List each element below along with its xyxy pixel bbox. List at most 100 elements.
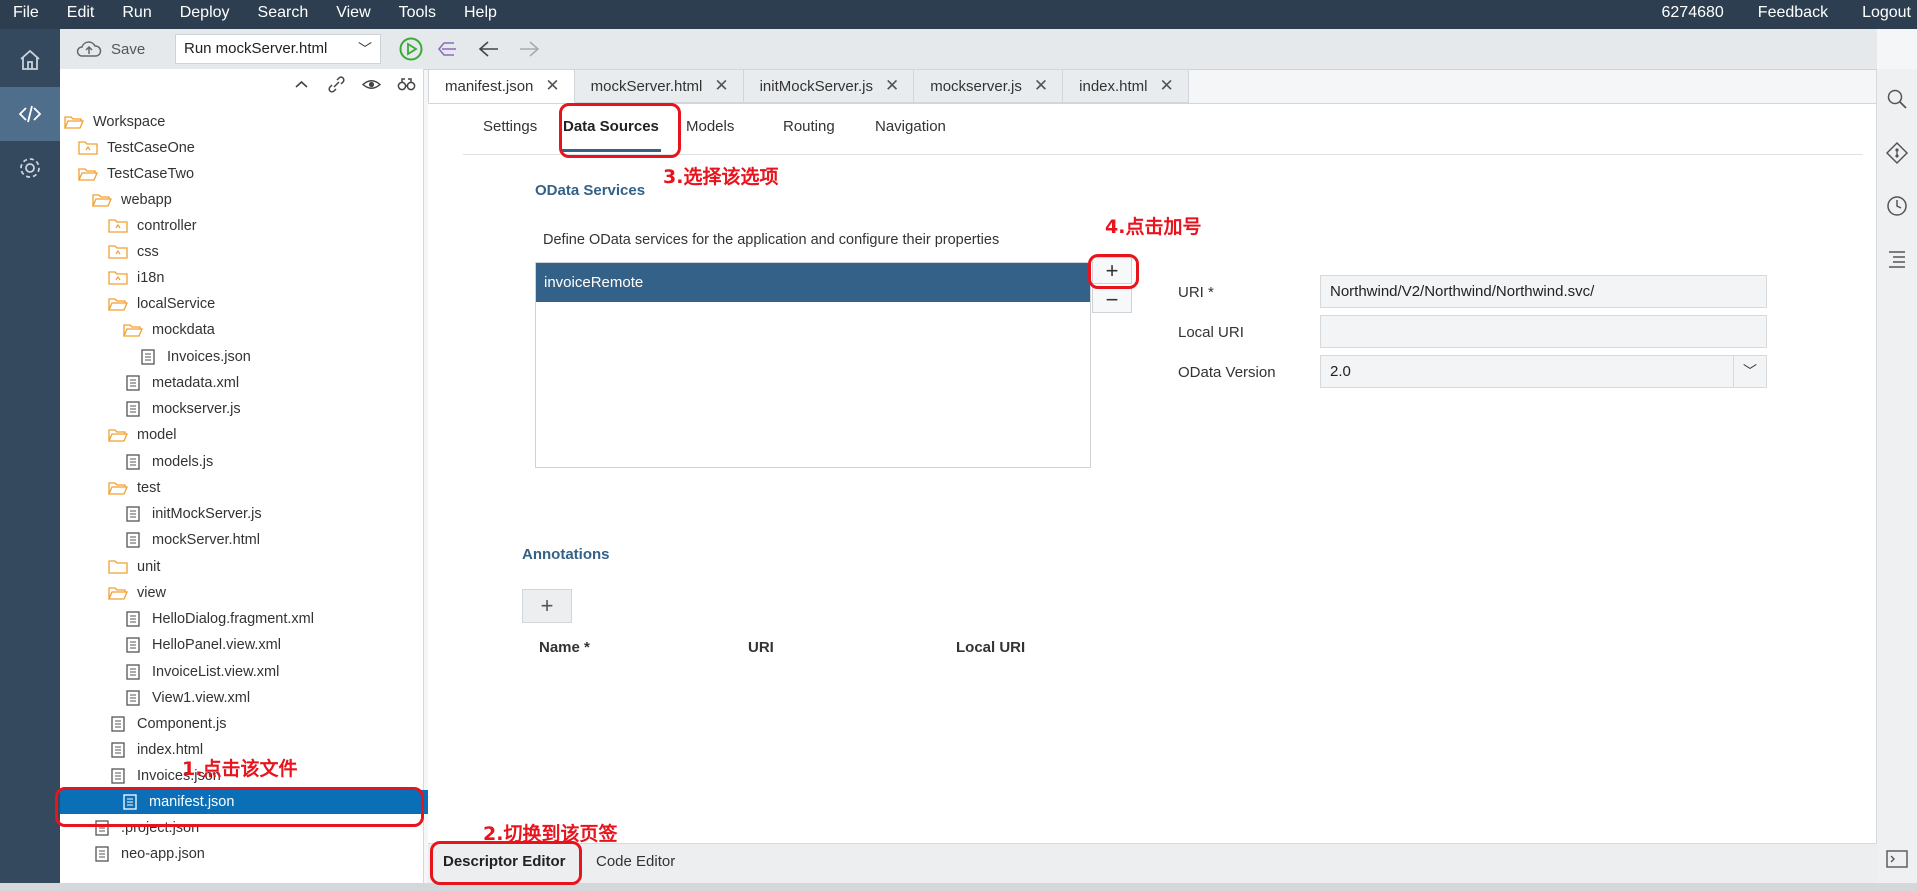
tree-item[interactable]: mockserver.js [123,397,241,421]
add-annotation-button[interactable]: + [522,589,572,623]
tree-item-label: i18n [137,270,165,286]
file-icon [108,742,128,758]
tab-mockserver-html[interactable]: mockServer.html ✕ [574,69,744,103]
tree-item[interactable]: neo-app.json [92,842,205,866]
eye-icon[interactable] [361,75,382,94]
code-icon[interactable] [0,87,60,141]
close-icon[interactable]: ✕ [1160,76,1174,96]
tree-item-label: initMockServer.js [152,506,262,522]
tree-item-label: Component.js [137,716,227,732]
run-config-select[interactable]: Run mockServer.html ﹀ [175,34,381,64]
tree-item[interactable]: webapp [92,188,172,212]
tree-item[interactable]: initMockServer.js [123,502,262,526]
tree-item-label: webapp [121,192,172,208]
tree-item[interactable]: model [108,423,177,447]
tree-item[interactable]: TestCaseTwo [78,162,194,186]
tab-index-html[interactable]: index.html ✕ [1063,69,1189,103]
tree-item[interactable]: mockdata [123,318,215,342]
tree-item[interactable]: Component.js [108,712,226,736]
menu-deploy[interactable]: Deploy [166,0,244,29]
odata-description: Define OData services for the applicatio… [543,232,1000,248]
tree-item[interactable]: Workspace [64,110,165,134]
status-bar [0,883,1917,891]
tree-item[interactable]: i18n [108,266,164,290]
folder-icon [123,322,143,338]
menu-view[interactable]: View [322,0,384,29]
folder-icon [92,192,112,208]
user-id[interactable]: 6274680 [1628,0,1724,29]
tab-code-editor[interactable]: Code Editor [596,853,675,870]
folder-icon [108,244,128,260]
column-uri: URI [748,639,774,656]
menu-file[interactable]: File [0,0,53,29]
tree-item[interactable]: HelloPanel.view.xml [123,633,281,657]
collapse-icon[interactable] [291,75,312,94]
goto-last-edit-icon[interactable] [434,38,460,60]
logout-link[interactable]: Logout [1828,0,1911,29]
console-icon[interactable] [1885,847,1909,871]
back-icon[interactable] [476,38,502,60]
subtab-models[interactable]: Models [686,118,734,135]
list-item[interactable]: invoiceRemote [536,263,1090,302]
odata-version-label: OData Version [1178,364,1276,381]
tree-item[interactable]: localService [108,292,215,316]
close-icon[interactable]: ✕ [714,76,728,96]
service-name: invoiceRemote [544,274,644,291]
tree-item[interactable]: controller [108,214,197,238]
outline-icon[interactable] [1885,247,1909,271]
tree-item[interactable]: mockServer.html [123,528,260,552]
tab-mockserver-js[interactable]: mockserver.js ✕ [914,69,1064,103]
tree-item[interactable]: View1.view.xml [123,686,250,710]
tree-item[interactable]: Invoices.json [138,345,251,369]
menu-search[interactable]: Search [244,0,323,29]
tree-item-label: metadata.xml [152,375,240,391]
run-icon[interactable] [398,36,424,62]
file-icon [138,349,158,365]
tab-initmockserver-js[interactable]: initMockServer.js ✕ [743,69,915,103]
tree-item-label: css [137,244,159,260]
file-icon [123,637,143,653]
tree-item[interactable]: test [108,476,160,500]
link-icon[interactable] [326,75,347,94]
odata-version-select[interactable]: 2.0 ﹀ [1320,355,1767,388]
local-uri-field[interactable] [1320,315,1767,348]
file-icon [123,664,143,680]
right-tool-rail [1876,69,1917,891]
tree-item-label: localService [137,296,216,312]
odata-service-list: invoiceRemote [535,262,1091,468]
uri-field[interactable]: Northwind/V2/Northwind/Northwind.svc/ [1320,275,1767,308]
menu-items: File Edit Run Deploy Search View Tools H… [0,0,511,29]
history-icon[interactable] [1885,194,1909,218]
subtab-navigation[interactable]: Navigation [875,118,946,135]
binoculars-icon[interactable] [396,75,417,94]
run-config-value: Run mockServer.html [184,40,328,57]
remove-service-button[interactable]: − [1092,286,1132,313]
subtab-settings[interactable]: Settings [483,118,537,135]
menu-tools[interactable]: Tools [385,0,450,29]
git-icon[interactable] [1885,141,1909,165]
search-icon[interactable] [1885,87,1909,111]
save-button[interactable]: Save [75,36,145,62]
forward-icon[interactable] [516,38,542,60]
close-icon[interactable]: ✕ [545,76,559,96]
close-icon[interactable]: ✕ [1034,76,1048,96]
tree-item[interactable]: unit [108,555,160,579]
tree-item[interactable]: view [108,581,166,605]
save-label: Save [111,40,146,58]
feedback-link[interactable]: Feedback [1724,0,1828,29]
subtab-routing[interactable]: Routing [783,118,835,135]
folder-icon [108,480,128,496]
close-icon[interactable]: ✕ [885,76,899,96]
tree-item[interactable]: HelloDialog.fragment.xml [123,607,314,631]
settings-icon[interactable] [0,141,60,195]
tree-item[interactable]: metadata.xml [123,371,239,395]
menu-edit[interactable]: Edit [53,0,109,29]
tree-item[interactable]: css [108,240,159,264]
menu-help[interactable]: Help [450,0,511,29]
tree-item[interactable]: models.js [123,450,213,474]
home-icon[interactable] [0,33,60,87]
tree-item[interactable]: InvoiceList.view.xml [123,660,279,684]
tree-item[interactable]: TestCaseOne [78,136,195,160]
tab-manifest-json[interactable]: manifest.json ✕ [428,69,575,103]
menu-run[interactable]: Run [108,0,165,29]
